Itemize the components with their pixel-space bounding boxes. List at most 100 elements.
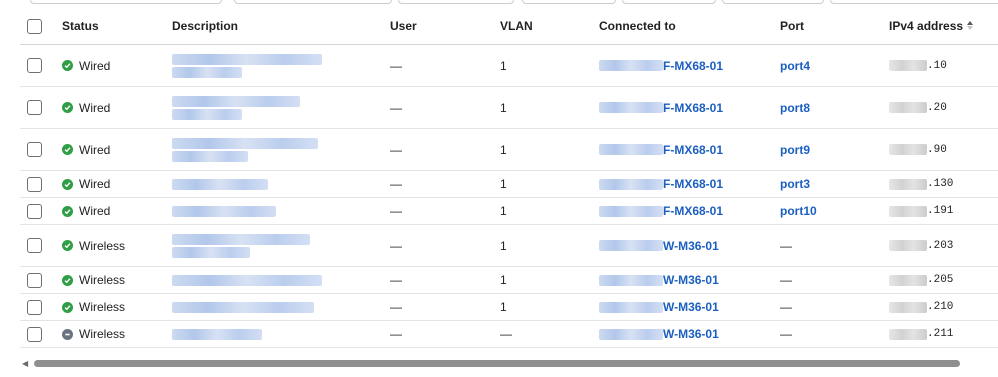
horizontal-scrollbar[interactable]: ◀ <box>22 359 998 368</box>
toolbar-control[interactable] <box>398 0 514 4</box>
row-checkbox[interactable] <box>27 299 42 315</box>
row-checkbox[interactable] <box>27 203 42 219</box>
row-checkbox[interactable] <box>27 238 42 254</box>
status-cell: Wireless <box>62 266 172 294</box>
online-check-icon <box>62 205 73 217</box>
row-checkbox[interactable] <box>27 176 42 192</box>
port-link[interactable]: port9 <box>780 143 810 157</box>
port-cell[interactable]: port10 <box>780 197 889 225</box>
connected-to-cell[interactable]: W-M36-01 <box>599 266 780 294</box>
column-header-user[interactable]: User <box>390 8 500 45</box>
scrollbar-thumb[interactable] <box>34 360 960 367</box>
row-select-cell <box>20 44 62 87</box>
connected-device-link[interactable]: F-MX68-01 <box>663 204 723 218</box>
redacted-ip-prefix <box>889 328 927 340</box>
user-cell: — <box>390 128 500 171</box>
table-row[interactable]: Wireless — — W-M36-01 — .211 <box>20 320 998 348</box>
connected-to-cell[interactable]: W-M36-01 <box>599 293 780 321</box>
description-cell[interactable] <box>172 320 390 348</box>
row-checkbox[interactable] <box>27 142 42 158</box>
connected-device-link[interactable]: W-M36-01 <box>663 327 719 341</box>
column-header-port[interactable]: Port <box>780 8 889 45</box>
port-link[interactable]: port4 <box>780 59 810 73</box>
connected-to-cell[interactable]: F-MX68-01 <box>599 44 780 87</box>
sort-icon[interactable] <box>967 19 974 33</box>
ip-suffix: .203 <box>927 239 954 252</box>
row-checkbox[interactable] <box>27 272 42 288</box>
table-row[interactable]: Wired — 1 F-MX68-01 port4 .10 <box>20 44 998 87</box>
row-checkbox[interactable] <box>27 326 42 342</box>
description-cell[interactable] <box>172 170 390 198</box>
connected-device-link[interactable]: W-M36-01 <box>663 239 719 253</box>
description-cell[interactable] <box>172 86 390 129</box>
ipv4-cell: .20 <box>889 86 998 129</box>
online-check-icon <box>62 178 73 190</box>
port-link[interactable]: port8 <box>780 101 810 115</box>
connected-to-cell[interactable]: F-MX68-01 <box>599 86 780 129</box>
toolbar-control[interactable] <box>722 0 824 4</box>
vlan-cell: 1 <box>500 128 599 171</box>
redacted-ip-prefix <box>889 274 927 286</box>
connected-to-cell[interactable]: W-M36-01 <box>599 224 780 267</box>
description-cell[interactable] <box>172 197 390 225</box>
toolbar-control[interactable] <box>830 0 998 4</box>
description-cell[interactable] <box>172 266 390 294</box>
row-checkbox[interactable] <box>27 58 42 74</box>
table-row[interactable]: Wired — 1 F-MX68-01 port9 .90 <box>20 128 998 171</box>
connected-to-cell[interactable]: W-M36-01 <box>599 320 780 348</box>
description-cell[interactable] <box>172 224 390 267</box>
redacted-description <box>172 205 276 217</box>
table-row[interactable]: Wireless — 1 W-M36-01 — .210 <box>20 293 998 321</box>
redacted-description <box>172 137 318 149</box>
table-row[interactable]: Wired — 1 F-MX68-01 port3 .130 <box>20 170 998 198</box>
ipv4-cell: .210 <box>889 293 998 321</box>
vlan-cell: 1 <box>500 86 599 129</box>
connected-device-link[interactable]: F-MX68-01 <box>663 101 723 115</box>
column-header-ipv4[interactable]: IPv4 address <box>889 8 998 45</box>
redacted-description <box>172 178 268 190</box>
column-header-description[interactable]: Description <box>172 8 390 45</box>
description-cell[interactable] <box>172 44 390 87</box>
select-all-checkbox[interactable] <box>27 18 42 34</box>
redacted-ip-prefix <box>889 144 927 155</box>
redacted-ip-prefix <box>889 301 927 313</box>
connected-to-cell[interactable]: F-MX68-01 <box>599 197 780 225</box>
toolbar-control[interactable] <box>622 0 716 4</box>
port-cell[interactable]: port3 <box>780 170 889 198</box>
column-header-connected-to[interactable]: Connected to <box>599 8 780 45</box>
description-cell[interactable] <box>172 293 390 321</box>
row-checkbox[interactable] <box>27 100 42 116</box>
ip-suffix: .205 <box>927 274 954 286</box>
connected-to-cell[interactable]: F-MX68-01 <box>599 128 780 171</box>
table-row[interactable]: Wired — 1 F-MX68-01 port8 .20 <box>20 86 998 129</box>
table-row[interactable]: Wireless — 1 W-M36-01 — .203 <box>20 224 998 267</box>
toolbar-control[interactable] <box>234 0 392 4</box>
port-cell[interactable]: port9 <box>780 128 889 171</box>
port-link[interactable]: port3 <box>780 177 810 191</box>
connected-to-cell[interactable]: F-MX68-01 <box>599 170 780 198</box>
status-label: Wireless <box>79 327 126 341</box>
ip-suffix: .10 <box>927 59 947 72</box>
toolbar-control[interactable] <box>522 0 616 4</box>
connected-device-link[interactable]: F-MX68-01 <box>663 177 723 191</box>
status-label: Wireless <box>79 273 126 287</box>
connected-device-link[interactable]: F-MX68-01 <box>663 59 723 73</box>
port-cell[interactable]: port8 <box>780 86 889 129</box>
table-row[interactable]: Wireless — 1 W-M36-01 — .205 <box>20 266 998 294</box>
ipv4-cell: .191 <box>889 197 998 225</box>
port-cell: — <box>780 293 889 321</box>
toolbar-control[interactable] <box>30 0 222 4</box>
table-row[interactable]: Wired — 1 F-MX68-01 port10 .191 <box>20 197 998 225</box>
status-cell: Wired <box>62 86 172 129</box>
ipv4-cell: .130 <box>889 170 998 198</box>
connected-device-link[interactable]: W-M36-01 <box>663 273 719 287</box>
port-link[interactable]: port10 <box>780 204 817 218</box>
connected-device-link[interactable]: F-MX68-01 <box>663 143 723 157</box>
port-cell[interactable]: port4 <box>780 44 889 87</box>
description-cell[interactable] <box>172 128 390 171</box>
status-label: Wired <box>79 142 111 157</box>
scroll-left-icon[interactable]: ◀ <box>22 359 32 368</box>
connected-device-link[interactable]: W-M36-01 <box>663 300 719 314</box>
column-header-status[interactable]: Status <box>62 8 172 45</box>
column-header-vlan[interactable]: VLAN <box>500 8 599 45</box>
